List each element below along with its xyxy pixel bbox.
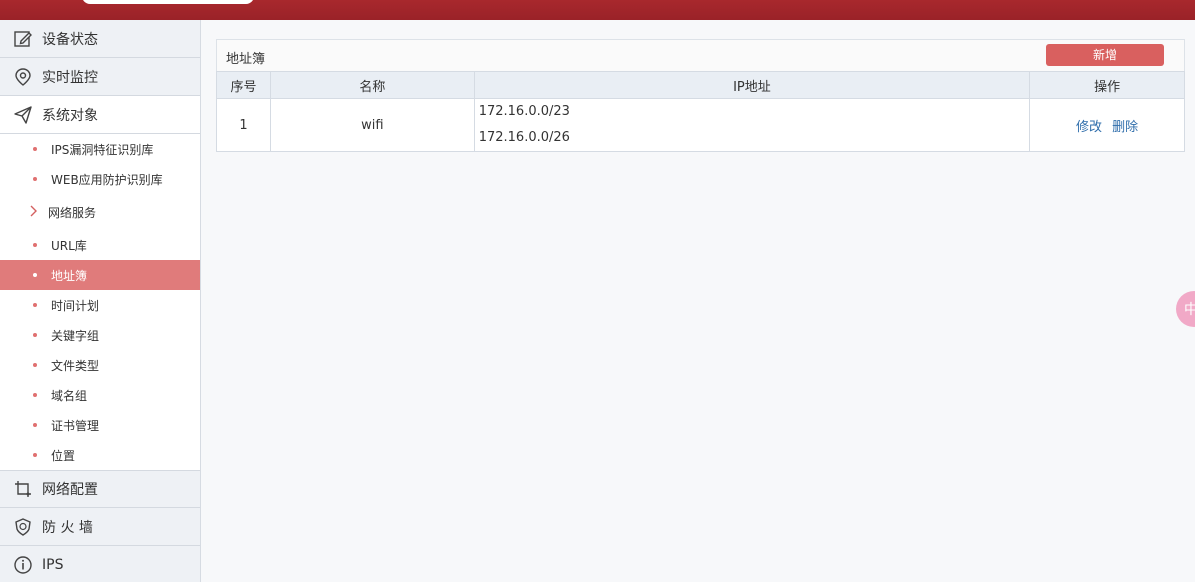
sidebar: 设备状态 实时监控 系统对象 IPS漏洞特征识别库 WEB应用防护识别库 网络服… xyxy=(0,20,201,582)
page-title: 地址簿 xyxy=(226,52,266,67)
submenu-item-label: 时间计划 xyxy=(51,298,100,313)
panel-header: 地址簿 新增 xyxy=(216,39,1185,71)
submenu-item-label: IPS漏洞特征识别库 xyxy=(51,142,154,157)
submenu-item-label: URL库 xyxy=(51,238,87,253)
floating-widget[interactable]: 中 xyxy=(1176,291,1195,327)
sidebar-item-label: IPS xyxy=(42,556,64,573)
submenu-item-schedule[interactable]: 时间计划 xyxy=(0,290,200,320)
bullet-icon xyxy=(33,303,37,307)
submenu-item-keyword-group[interactable]: 关键字组 xyxy=(0,320,200,350)
submenu-item-label: 关键字组 xyxy=(51,328,100,343)
header-search-box[interactable] xyxy=(82,0,254,4)
sidebar-item-label: 防 火 墙 xyxy=(42,519,93,536)
system-objects-submenu: IPS漏洞特征识别库 WEB应用防护识别库 网络服务 URL库 地址簿 时间计划… xyxy=(0,134,200,470)
column-header-index[interactable]: 序号 xyxy=(216,71,271,99)
submenu-item-file-type[interactable]: 文件类型 xyxy=(0,350,200,380)
column-header-name[interactable]: 名称 xyxy=(269,71,475,99)
bullet-icon xyxy=(33,243,37,247)
bullet-icon xyxy=(33,333,37,337)
top-header-bar xyxy=(0,0,1195,20)
submenu-item-label: 网络服务 xyxy=(48,205,97,220)
submenu-item-label: 域名组 xyxy=(51,388,88,403)
cell-actions: 修改 删除 xyxy=(1029,98,1185,152)
column-header-actions: 操作 xyxy=(1029,71,1185,99)
sidebar-item-network-config[interactable]: 网络配置 xyxy=(0,470,200,508)
submenu-item-domain-group[interactable]: 域名组 xyxy=(0,380,200,410)
column-header-ip[interactable]: IP地址 xyxy=(473,71,1031,99)
table-row: 1 wifi 172.16.0.0/23 172.16.0.0/26 修改 删除 xyxy=(216,98,1185,152)
crop-icon xyxy=(12,478,34,500)
sidebar-item-realtime-monitor[interactable]: 实时监控 xyxy=(0,58,200,96)
bullet-icon xyxy=(33,393,37,397)
bullet-icon xyxy=(33,273,37,277)
submenu-item-url-library[interactable]: URL库 xyxy=(0,230,200,260)
cell-name: wifi xyxy=(269,98,475,152)
delete-link[interactable]: 删除 xyxy=(1112,120,1138,135)
sidebar-item-label: 设备状态 xyxy=(42,31,98,48)
ip-address-entry: 172.16.0.0/23 xyxy=(478,104,570,119)
bullet-icon xyxy=(33,423,37,427)
edit-icon xyxy=(12,28,34,50)
table-header-row: 序号 名称 IP地址 操作 xyxy=(216,71,1185,99)
submenu-item-label: 文件类型 xyxy=(51,358,100,373)
chevron-right-icon xyxy=(30,205,40,220)
submenu-item-ips-signature[interactable]: IPS漏洞特征识别库 xyxy=(0,134,200,164)
bullet-icon xyxy=(33,147,37,151)
submenu-item-network-service[interactable]: 网络服务 xyxy=(0,194,200,230)
paper-plane-icon xyxy=(12,104,34,126)
submenu-item-certificate[interactable]: 证书管理 xyxy=(0,410,200,440)
submenu-item-label: WEB应用防护识别库 xyxy=(51,172,163,187)
add-button[interactable]: 新增 xyxy=(1046,43,1164,66)
edit-link[interactable]: 修改 xyxy=(1076,120,1102,135)
submenu-item-label: 地址簿 xyxy=(51,268,88,283)
submenu-item-location[interactable]: 位置 xyxy=(0,440,200,470)
location-pin-icon xyxy=(12,66,34,88)
submenu-item-address-book[interactable]: 地址簿 xyxy=(0,260,200,290)
cell-index: 1 xyxy=(216,98,271,152)
address-book-table: 序号 名称 IP地址 操作 1 wifi 172.16.0.0/23 172.1… xyxy=(216,71,1185,152)
sidebar-item-ips[interactable]: IPS xyxy=(0,546,200,582)
sidebar-item-label: 网络配置 xyxy=(42,482,98,498)
bullet-icon xyxy=(33,453,37,457)
submenu-item-web-protection[interactable]: WEB应用防护识别库 xyxy=(0,164,200,194)
sidebar-item-firewall[interactable]: 防 火 墙 xyxy=(0,508,200,546)
sidebar-item-label: 系统对象 xyxy=(42,107,98,124)
bullet-icon xyxy=(33,363,37,367)
shield-icon xyxy=(12,516,34,538)
sidebar-item-system-objects[interactable]: 系统对象 xyxy=(0,96,200,134)
submenu-item-label: 证书管理 xyxy=(51,418,100,433)
sidebar-item-label: 实时监控 xyxy=(42,69,98,86)
ip-address-entry: 172.16.0.0/26 xyxy=(478,130,570,145)
main-content: 地址簿 新增 序号 名称 IP地址 操作 1 wifi 172.16.0.0/2… xyxy=(216,39,1185,152)
sidebar-item-device-status[interactable]: 设备状态 xyxy=(0,20,200,58)
cell-ip-list: 172.16.0.0/23 172.16.0.0/26 xyxy=(473,98,1031,152)
submenu-item-label: 位置 xyxy=(51,448,76,463)
info-icon xyxy=(12,554,34,576)
bullet-icon xyxy=(33,177,37,181)
